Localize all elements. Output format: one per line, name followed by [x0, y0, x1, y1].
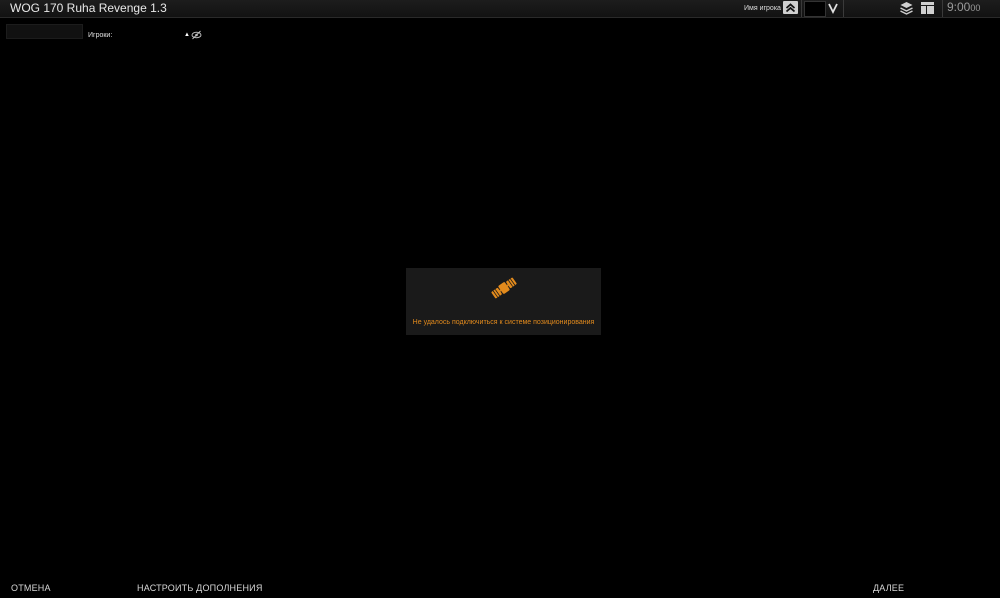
top-bar: WOG 170 Ruha Revenge 1.3 Имя игрока 9:00…	[0, 0, 1000, 18]
divider	[801, 0, 802, 17]
gps-error-message: Не удалось подключиться к системе позици…	[412, 319, 595, 326]
mission-title: WOG 170 Ruha Revenge 1.3	[10, 1, 167, 15]
gps-error-panel: Не удалось подключиться к системе позици…	[406, 268, 601, 335]
filter-input[interactable]	[6, 24, 83, 39]
player-color-box[interactable]	[804, 1, 826, 17]
next-button[interactable]: ДАЛЕЕ	[873, 582, 904, 594]
layers-icon	[900, 2, 913, 15]
satellite-icon	[491, 277, 517, 299]
players-column-header: Игроки:	[88, 32, 113, 39]
layout-button[interactable]	[920, 1, 935, 15]
sort-ascending-icon[interactable]: ▲	[184, 31, 190, 39]
chevron-up-icon	[785, 3, 796, 13]
clock: 9:0000	[947, 0, 980, 16]
player-chevron-up-button[interactable]	[783, 1, 798, 14]
player-dropdown-button[interactable]	[827, 1, 839, 15]
divider	[942, 0, 943, 17]
eye-off-icon[interactable]	[191, 30, 202, 40]
clock-seconds: 00	[970, 3, 981, 13]
clock-time: 9:00	[947, 0, 971, 14]
player-name-label: Имя игрока	[744, 5, 781, 12]
chevron-down-icon	[828, 3, 838, 15]
divider	[843, 0, 844, 17]
configure-addons-button[interactable]: НАСТРОИТЬ ДОПОЛНЕНИЯ	[137, 582, 263, 594]
layout-icon	[921, 2, 934, 14]
layers-button[interactable]	[899, 1, 914, 15]
cancel-button[interactable]: ОТМЕНА	[11, 582, 51, 594]
